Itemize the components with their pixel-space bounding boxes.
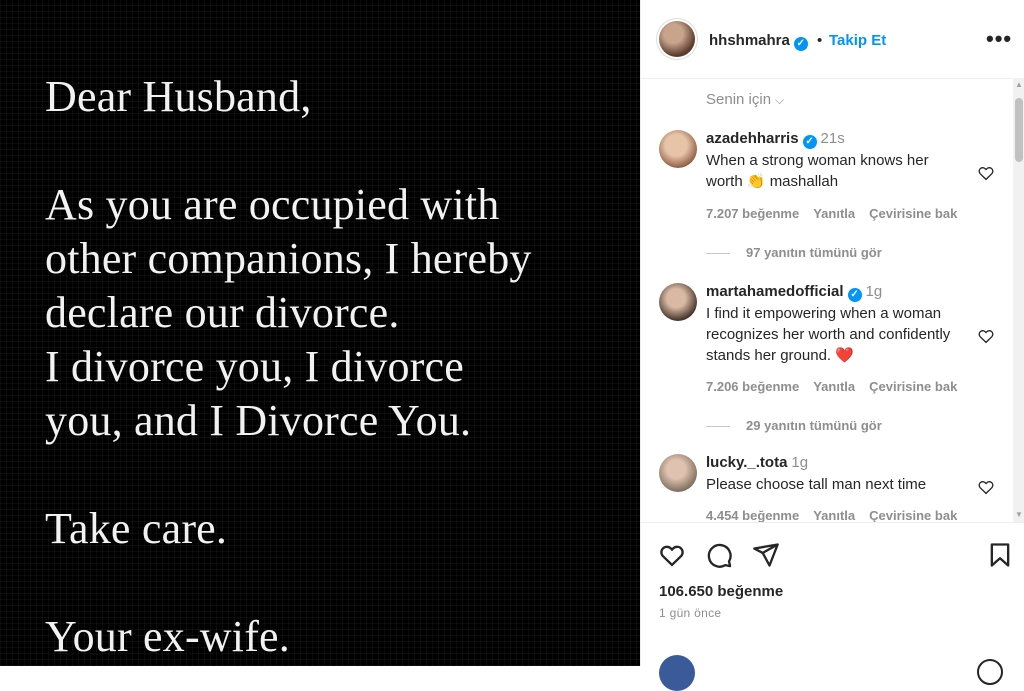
commenter-avatar[interactable] [659,454,697,492]
view-replies-button[interactable]: 29 yanıtın tümünü gör [706,418,882,433]
post-actions: 106.650 beğenme 1 gün önce [641,522,1024,691]
replies-line [706,426,730,428]
comment-like-count[interactable]: 7.206 beğenme [706,379,799,394]
comment-bubble-icon[interactable] [705,541,733,569]
verified-badge-icon: ✓ [793,37,808,51]
commenter-username-text[interactable]: azadehharris [706,130,799,147]
scroll-down-arrow-icon[interactable]: ▼ [1015,510,1023,519]
comment-text: When a strong woman knows her worth 👏 ma… [706,152,929,190]
view-replies-label[interactable]: 29 yanıtın tümünü gör [746,418,882,433]
view-replies-button[interactable]: 97 yanıtın tümünü gör [706,245,882,260]
comment-time[interactable]: 1g [866,283,883,300]
post-like-count[interactable]: 106.650 beğenme [659,583,783,600]
post-line: I divorce you, I divorce [45,342,464,391]
commenter-username-text[interactable]: lucky._.tota [706,454,787,471]
post-line: Take care. [45,504,228,553]
chevron-down-icon: ⌵ [775,93,785,107]
author-username[interactable]: hhshmahra ✓ [709,32,808,51]
verified-badge-icon: ✓ [802,135,817,149]
share-send-icon[interactable] [752,541,780,569]
like-comment-heart-icon[interactable] [977,478,995,496]
like-comment-heart-icon[interactable] [977,164,995,182]
comments-list[interactable]: Senin için ⌵ azadehharris ✓ 21s When a stro… [641,78,1024,522]
like-heart-icon[interactable] [658,541,686,569]
like-comment-heart-icon[interactable] [977,327,995,345]
commenter-username[interactable]: azadehharris ✓ 21s [706,130,845,149]
bookmark-icon[interactable] [986,541,1014,569]
comment-meta: 7.207 beğenme Yanıtla Çevirisine bak [706,206,971,221]
post-side-panel: hhshmahra ✓ • Takip Et ••• Senin için ⌵ az… [640,0,1024,691]
post-line: declare our divorce. [45,288,400,337]
comment-text: Please choose tall man next time [706,476,927,493]
commenter-username[interactable]: lucky._.tota 1g [706,454,808,471]
post-image: Dear Husband, As you are occupied with o… [0,0,640,666]
comment-like-count[interactable]: 7.207 beğenme [706,206,799,221]
follow-button[interactable]: Takip Et [829,32,886,49]
post-header: hhshmahra ✓ • Takip Et ••• [641,0,1024,79]
comment-sort-dropdown[interactable]: Senin için ⌵ [706,91,784,108]
commenter-avatar[interactable] [659,130,697,168]
view-replies-label[interactable]: 97 yanıtın tümünü gör [746,245,882,260]
comment-meta: 4.454 beğenme Yanıtla Çevirisine bak [706,508,971,522]
comment-meta: 7.206 beğenme Yanıtla Çevirisine bak [706,379,971,394]
comment-time[interactable]: 21s [821,130,845,147]
reply-button[interactable]: Yanıtla [813,508,855,522]
reply-button[interactable]: Yanıtla [813,379,855,394]
comment-text: I find it empowering when a woman recogn… [706,305,951,364]
replies-line [706,253,730,255]
post-line: other companions, I hereby [45,234,532,283]
more-options-icon[interactable]: ••• [986,26,1012,52]
current-user-avatar [659,655,695,691]
translate-button[interactable]: Çevirisine bak [869,206,957,221]
post-line: you, and I Divorce You. [45,396,472,445]
translate-button[interactable]: Çevirisine bak [869,379,957,394]
reply-button[interactable]: Yanıtla [813,206,855,221]
author-username-text[interactable]: hhshmahra [709,32,790,49]
post-line: Dear Husband, [45,72,312,121]
emoji-picker-icon[interactable] [977,659,1003,685]
separator-dot: • [817,32,823,49]
post-line-gap [45,448,635,502]
comment-like-count[interactable]: 4.454 beğenme [706,508,799,522]
comments-scrollbar[interactable]: ▲ ▼ [1013,78,1024,522]
author-avatar[interactable] [659,21,695,57]
scroll-thumb[interactable] [1015,98,1023,162]
post-date[interactable]: 1 gün önce [659,606,721,620]
scroll-up-arrow-icon[interactable]: ▲ [1015,80,1023,89]
translate-button[interactable]: Çevirisine bak [869,508,957,522]
commenter-username[interactable]: martahamedofficial ✓ 1g [706,283,882,302]
post-line-gap [45,556,635,610]
post-caption-image-text: Dear Husband, As you are occupied with o… [45,70,635,664]
commenter-username-text[interactable]: martahamedofficial [706,283,844,300]
comment-sort-label[interactable]: Senin için [706,91,771,108]
comment-time[interactable]: 1g [791,454,808,471]
commenter-avatar[interactable] [659,283,697,321]
post-line-gap [45,124,635,178]
verified-badge-icon: ✓ [847,288,862,302]
post-line: Your ex-wife. [45,612,290,661]
post-line: As you are occupied with [45,180,500,229]
